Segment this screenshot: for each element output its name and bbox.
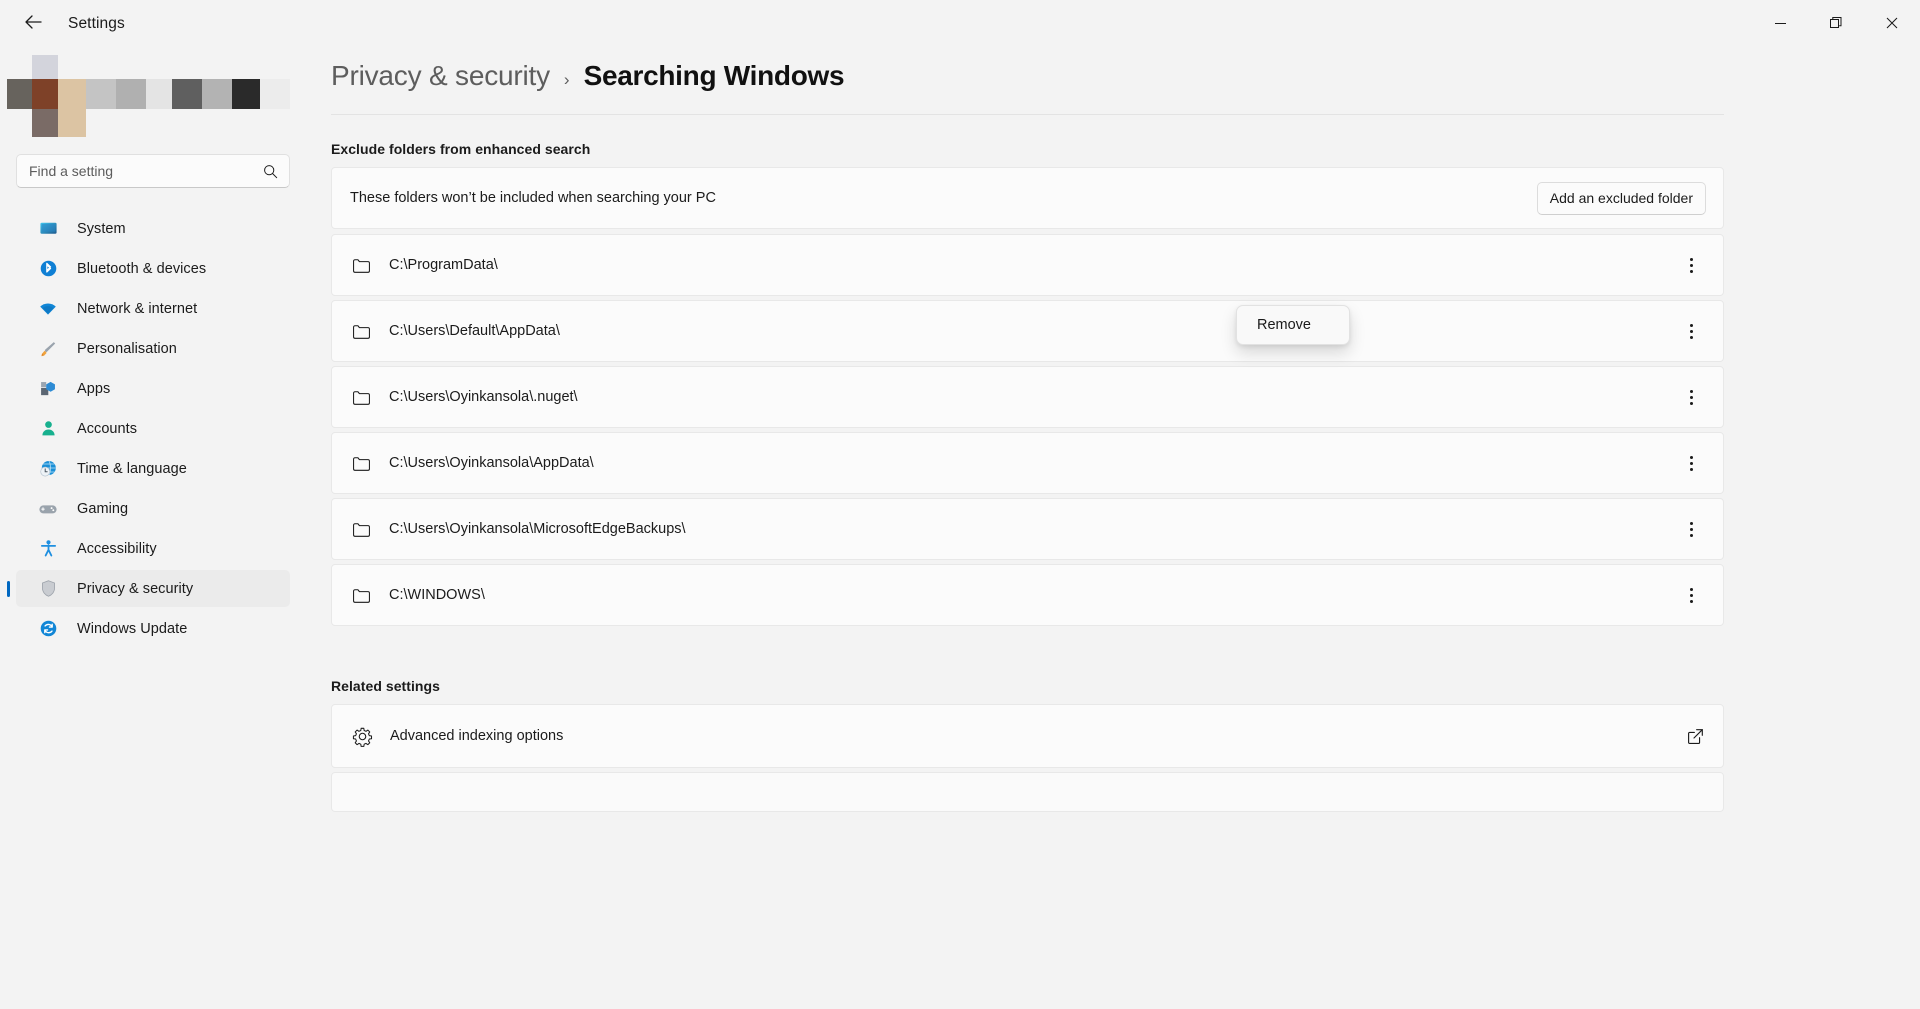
- sidebar-item-personalisation[interactable]: Personalisation: [16, 330, 290, 367]
- folder-icon: [349, 389, 373, 406]
- search-icon[interactable]: [259, 160, 281, 182]
- sidebar-item-gaming[interactable]: Gaming: [16, 490, 290, 527]
- account-banner-censored[interactable]: [0, 50, 320, 137]
- title-bar: Settings: [0, 0, 1920, 48]
- more-options-icon[interactable]: [1676, 448, 1706, 478]
- brush-icon: [37, 338, 59, 360]
- system-icon: [37, 218, 59, 240]
- shield-icon: [37, 578, 59, 600]
- table-row[interactable]: C:\WINDOWS\: [331, 564, 1724, 626]
- more-options-icon[interactable]: [1676, 580, 1706, 610]
- breadcrumb-parent[interactable]: Privacy & security: [331, 60, 550, 92]
- folder-path: C:\ProgramData\: [389, 257, 498, 273]
- sidebar-nav: System Bluetooth & devices Network & int…: [0, 210, 320, 647]
- remove-menu-item[interactable]: Remove: [1241, 310, 1345, 340]
- sidebar-item-network-internet[interactable]: Network & internet: [16, 290, 290, 327]
- page-title: Searching Windows: [583, 60, 845, 91]
- gamepad-icon: [37, 498, 59, 520]
- advanced-indexing-options-label: Advanced indexing options: [390, 728, 564, 744]
- more-options-icon[interactable]: [1676, 514, 1706, 544]
- external-link-icon[interactable]: [1684, 728, 1706, 745]
- folder-icon: [349, 587, 373, 604]
- minimize-button[interactable]: [1752, 0, 1808, 46]
- apps-icon: [37, 378, 59, 400]
- sidebar-item-label: System: [77, 220, 126, 237]
- sidebar-item-label: Windows Update: [77, 620, 188, 637]
- gear-icon: [349, 726, 375, 747]
- sidebar-item-label: Accounts: [77, 420, 138, 437]
- table-row[interactable]: C:\Users\Oyinkansola\AppData\: [331, 432, 1724, 494]
- folder-path: C:\Users\Oyinkansola\AppData\: [389, 455, 594, 471]
- sidebar-item-system[interactable]: System: [16, 210, 290, 247]
- sidebar-item-label: Gaming: [77, 500, 129, 517]
- accessibility-icon: [37, 538, 59, 560]
- sidebar-item-label: Privacy & security: [77, 580, 194, 597]
- sidebar-item-label: Bluetooth & devices: [77, 260, 207, 277]
- bluetooth-icon: [37, 258, 59, 280]
- app-title: Settings: [68, 15, 125, 32]
- sidebar-item-privacy-security[interactable]: Privacy & security: [16, 570, 290, 607]
- folder-icon: [349, 455, 373, 472]
- breadcrumb-divider: [331, 114, 1724, 115]
- close-button[interactable]: [1864, 0, 1920, 46]
- sidebar-item-label: Apps: [77, 380, 111, 397]
- sidebar-item-windows-update[interactable]: Windows Update: [16, 610, 290, 647]
- network-icon: [37, 298, 59, 320]
- sidebar-item-accounts[interactable]: Accounts: [16, 410, 290, 447]
- table-row[interactable]: C:\Users\Oyinkansola\MicrosoftEdgeBackup…: [331, 498, 1724, 560]
- folder-icon: [349, 521, 373, 538]
- sidebar: System Bluetooth & devices: [0, 48, 320, 1009]
- related-section-title: Related settings: [331, 678, 440, 694]
- sidebar-item-label: Time & language: [77, 460, 187, 477]
- exclude-section-title: Exclude folders from enhanced search: [331, 141, 591, 157]
- restore-button[interactable]: [1808, 0, 1864, 46]
- sidebar-item-label: Personalisation: [77, 340, 177, 357]
- settings-window: Settings Find a setting System Bluetooth…: [0, 0, 1920, 1009]
- folder-path: C:\Users\Default\AppData\: [389, 323, 560, 339]
- add-excluded-folder-button[interactable]: Add an excluded folder: [1536, 181, 1706, 215]
- folder-path: C:\Users\Oyinkansola\.nuget\: [389, 389, 578, 405]
- folder-icon: [349, 257, 373, 274]
- exclude-description: These folders won’t be included when sea…: [350, 190, 716, 206]
- sidebar-item-label: Network & internet: [77, 300, 198, 317]
- more-options-icon[interactable]: [1676, 382, 1706, 412]
- table-row[interactable]: C:\Users\Default\AppData\: [331, 300, 1724, 362]
- search-box[interactable]: [16, 154, 290, 188]
- breadcrumb: Privacy & security › Searching Windows: [320, 48, 1920, 92]
- search-input[interactable]: [17, 155, 289, 187]
- update-icon: [37, 618, 59, 640]
- folder-icon: [349, 323, 373, 340]
- folder-path: C:\Users\Oyinkansola\MicrosoftEdgeBackup…: [389, 521, 686, 537]
- sidebar-item-label: Accessibility: [77, 540, 157, 557]
- accounts-icon: [37, 418, 59, 440]
- sidebar-item-bluetooth-devices[interactable]: Bluetooth & devices: [16, 250, 290, 287]
- back-button[interactable]: [14, 8, 52, 40]
- sidebar-item-time-language[interactable]: Time & language: [16, 450, 290, 487]
- sidebar-item-apps[interactable]: Apps: [16, 370, 290, 407]
- related-next-row-partial[interactable]: [331, 772, 1724, 812]
- more-options-icon[interactable]: [1676, 316, 1706, 346]
- more-options-icon[interactable]: [1676, 250, 1706, 280]
- search-container: [16, 154, 290, 188]
- context-menu[interactable]: Remove: [1236, 305, 1350, 345]
- advanced-indexing-options-row[interactable]: Advanced indexing options: [331, 704, 1724, 768]
- main-content: Privacy & security › Searching Windows E…: [320, 48, 1920, 1009]
- folder-path: C:\WINDOWS\: [389, 587, 485, 603]
- table-row[interactable]: C:\Users\Oyinkansola\.nuget\: [331, 366, 1724, 428]
- back-arrow-icon: [24, 14, 43, 34]
- clock-globe-icon: [37, 458, 59, 480]
- exclude-description-card: These folders won’t be included when sea…: [331, 167, 1724, 229]
- chevron-right-icon: ›: [563, 70, 570, 89]
- window-controls: [1752, 0, 1920, 46]
- table-row[interactable]: C:\ProgramData\: [331, 234, 1724, 296]
- sidebar-item-accessibility[interactable]: Accessibility: [16, 530, 290, 567]
